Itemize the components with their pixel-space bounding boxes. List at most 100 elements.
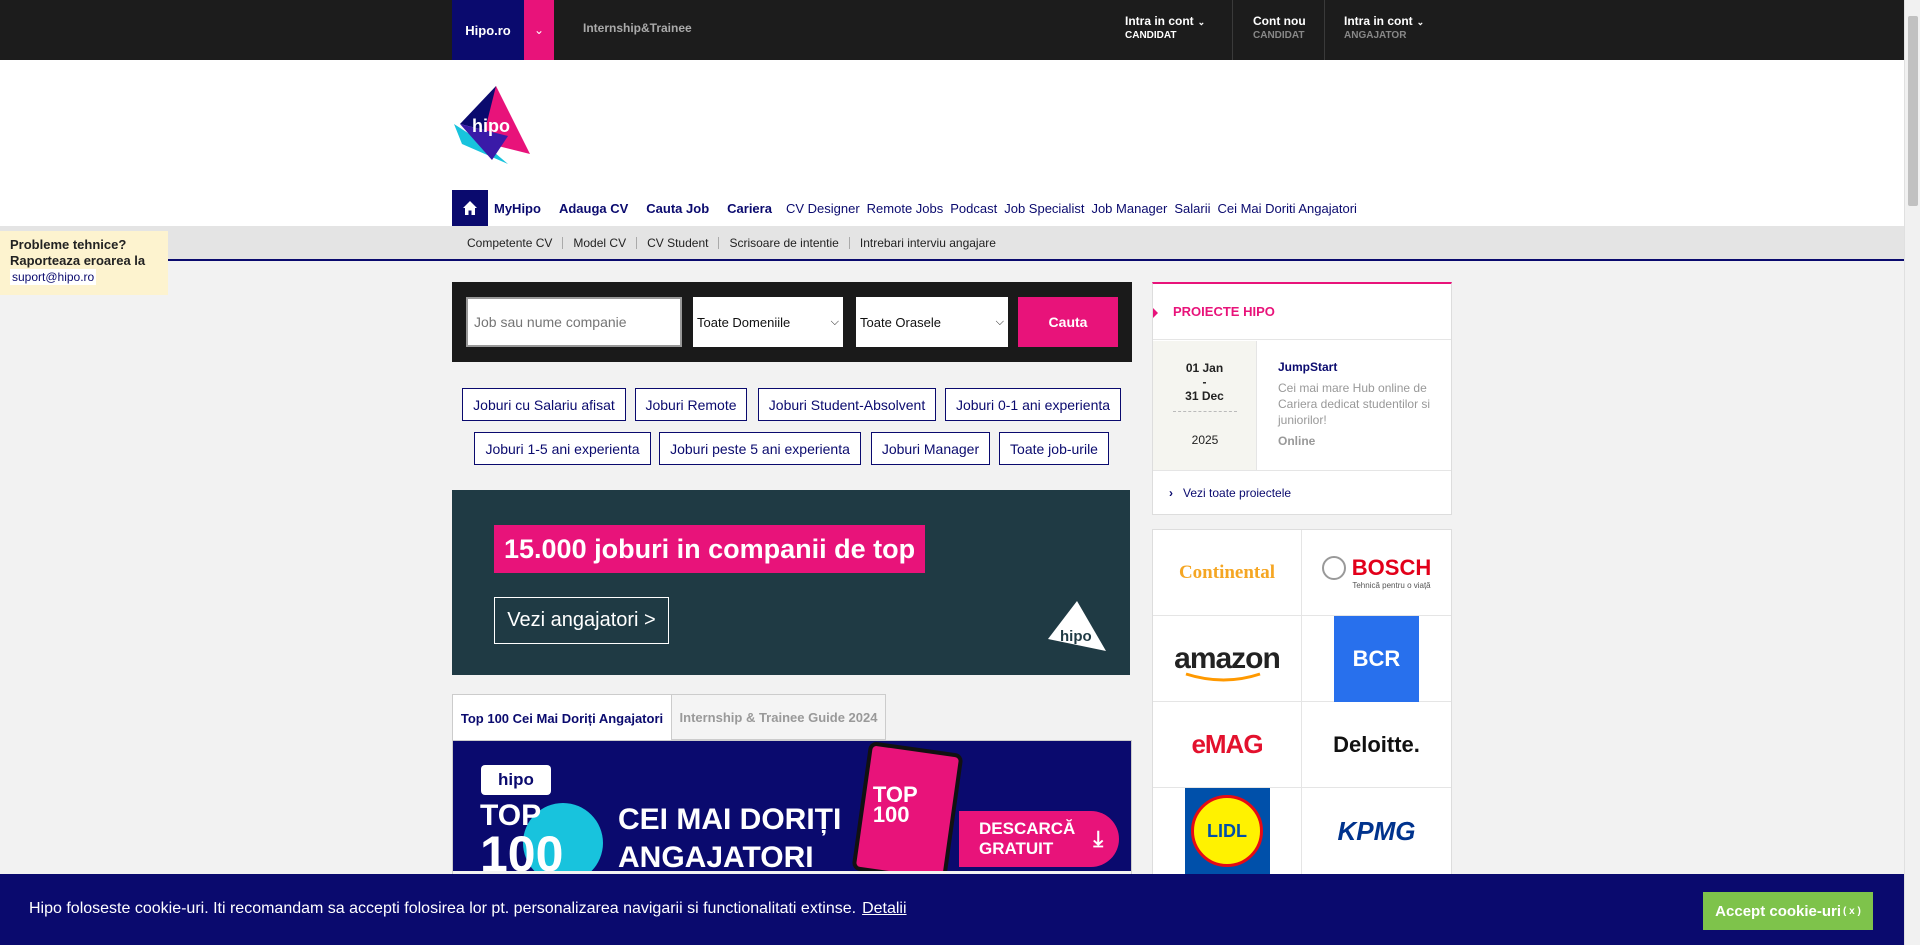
divider — [1173, 411, 1237, 412]
top-bar: Hipo.ro ⌄ Internship&Trainee Intra in co… — [0, 0, 1920, 60]
projects-widget: PROIECTE HIPO 01 Jan - 31 Dec 2025 JumpS… — [1152, 282, 1452, 515]
amazon-wordmark: amazon — [1174, 641, 1281, 675]
download-label-1: DESCARCĂ — [979, 819, 1076, 838]
nav-cauta-job[interactable]: Cauta Job — [646, 201, 709, 216]
support-email-link[interactable]: suport@hipo.ro — [10, 269, 97, 285]
nav-cei-mai-doriti[interactable]: Cei Mai Doriti Angajatori — [1217, 201, 1356, 216]
support-line1: Probleme tehnice? — [10, 237, 127, 252]
nav-adauga-cv[interactable]: Adauga CV — [559, 201, 628, 216]
company-logo-emag[interactable]: eMAG — [1153, 702, 1302, 788]
page-scrollbar[interactable] — [1904, 0, 1920, 945]
job-search-box: Toate Domeniile ⌵ Toate Orasele ⌵ Cauta — [452, 282, 1132, 362]
company-logos: Continental BOSCH Tehnică pentru o viață… — [1152, 529, 1452, 879]
company-logo-kpmg[interactable]: KPMG — [1302, 788, 1451, 874]
subnav-intrebari-interviu[interactable]: Intrebari interviu angajare — [848, 236, 1006, 249]
login-candidate-label: Intra in cont — [1125, 14, 1194, 28]
city-select[interactable]: Toate Orasele ⌵ — [856, 297, 1008, 347]
city-select-value: Toate Orasele — [860, 314, 941, 330]
home-icon — [463, 201, 477, 215]
project-year: 2025 — [1191, 433, 1219, 447]
project-info[interactable]: JumpStart Cei mai mare Hub online de Car… — [1278, 360, 1443, 448]
nav-myhipo[interactable]: MyHipo — [494, 201, 541, 216]
sub-nav: Competente CV Model CV CV Student Scriso… — [0, 226, 1904, 261]
tab-internship-guide[interactable]: Internship & Trainee Guide 2024 — [672, 694, 886, 740]
new-account-link[interactable]: Cont nou CANDIDAT — [1253, 14, 1306, 46]
employers-banner[interactable]: 15.000 joburi in companii de top Vezi an… — [452, 490, 1130, 675]
cookie-details-link[interactable]: Detalii — [862, 900, 906, 917]
tag-salariu-afisat[interactable]: Joburi cu Salariu afisat — [462, 388, 626, 421]
company-logo-bosch[interactable]: BOSCH Tehnică pentru o viață — [1302, 530, 1451, 616]
cookie-banner: Hipo foloseste cookie-uri. Iti recomanda… — [0, 874, 1904, 945]
logo-text: hipo — [472, 116, 510, 136]
subnav-model-cv[interactable]: Model CV — [562, 236, 636, 249]
company-logo-deloitte[interactable]: Deloitte. — [1302, 702, 1451, 788]
company-logo-continental[interactable]: Continental — [1153, 530, 1302, 616]
projects-title: PROIECTE HIPO — [1173, 304, 1275, 319]
login-candidate-link[interactable]: Intra in cont ⌄ CANDIDAT — [1125, 14, 1205, 46]
nav-remote-jobs[interactable]: Remote Jobs — [867, 201, 944, 216]
see-all-projects-link[interactable]: › Vezi toate proiectele — [1153, 470, 1451, 515]
subnav-cv-student[interactable]: CV Student — [636, 236, 718, 249]
divider — [1232, 0, 1233, 60]
top100-hipo-logo: hipo — [481, 765, 551, 795]
tag-toate-joburile[interactable]: Toate job-urile — [999, 432, 1109, 465]
chevron-down-icon: ⌄ — [1416, 17, 1425, 27]
scrollbar-thumb[interactable] — [1908, 16, 1918, 206]
nav-cv-designer[interactable]: CV Designer — [786, 201, 860, 216]
tag-student-absolvent[interactable]: Joburi Student-Absolvent — [758, 388, 936, 421]
bosch-icon — [1321, 556, 1346, 580]
banner-see-employers-button[interactable]: Vezi angajatori > — [494, 597, 669, 644]
tag-remote[interactable]: Joburi Remote — [635, 388, 747, 421]
download-icon: ⤓ — [1093, 826, 1104, 851]
project-name[interactable]: JumpStart — [1278, 360, 1443, 374]
top100-number: 100 — [480, 826, 564, 871]
nav-cariera[interactable]: Cariera — [727, 201, 772, 216]
new-account-label: Cont nou — [1253, 14, 1306, 28]
company-logo-bcr[interactable]: BCR — [1302, 615, 1451, 702]
nav-salarii[interactable]: Salarii — [1174, 201, 1210, 216]
project-date-start: 01 Jan — [1185, 361, 1224, 375]
top100-promo[interactable]: hipo TOP 100 CEI MAI DORIȚI ANGAJATORI T… — [453, 741, 1131, 871]
nav-job-specialist[interactable]: Job Specialist — [1004, 201, 1084, 216]
search-button[interactable]: Cauta — [1018, 297, 1118, 347]
top100-title-line2: ANGAJATORI — [618, 841, 814, 871]
tab-top-100[interactable]: Top 100 Cei Mai Doriți Angajatori — [452, 694, 672, 741]
subnav-scrisoare[interactable]: Scrisoare de intentie — [718, 236, 848, 249]
kpmg-wordmark: KPMG — [1337, 815, 1416, 846]
new-account-sub: CANDIDAT — [1253, 30, 1305, 41]
main-nav: MyHipo Adauga CV Cauta Job Cariera CV De… — [452, 190, 1364, 226]
nav-job-manager[interactable]: Job Manager — [1091, 201, 1167, 216]
site-switch-dropdown[interactable]: ⌄ — [524, 0, 554, 60]
login-employer-label: Intra in cont — [1344, 14, 1413, 28]
domain-select[interactable]: Toate Domeniile ⌵ — [693, 297, 843, 347]
job-search-input[interactable] — [466, 297, 682, 347]
chevron-down-icon: ⌵ — [830, 315, 839, 328]
support-line2: Raporteaza eroarea la — [10, 253, 146, 268]
lidl-wordmark: LIDL — [1207, 820, 1247, 841]
company-logo-lidl[interactable]: LIDL — [1153, 788, 1302, 874]
download-free-button[interactable]: DESCARCĂ GRATUIT ⤓ — [959, 811, 1119, 867]
top100-title-line1: CEI MAI DORIȚI — [618, 803, 842, 836]
bosch-tagline: Tehnică pentru o viață — [1352, 581, 1431, 590]
amazon-smile-icon — [1185, 672, 1261, 681]
tag-1-5-ani[interactable]: Joburi 1-5 ani experienta — [474, 432, 651, 465]
chevron-down-icon: ⌄ — [533, 23, 545, 37]
subnav-competente-cv[interactable]: Competente CV — [467, 237, 562, 249]
chevron-right-icon: › — [1169, 486, 1173, 500]
top100-title: CEI MAI DORIȚI ANGAJATORI — [618, 801, 841, 871]
see-all-projects-label: Vezi toate proiectele — [1183, 486, 1292, 500]
tag-0-1-ani[interactable]: Joburi 0-1 ani experienta — [945, 388, 1121, 421]
login-employer-link[interactable]: Intra in cont ⌄ ANGAJATOR — [1344, 14, 1424, 46]
project-description: Cei mai mare Hub online de Cariera dedic… — [1278, 381, 1431, 427]
company-logo-amazon[interactable]: amazon — [1153, 616, 1302, 702]
tag-manager[interactable]: Joburi Manager — [871, 432, 990, 465]
home-button[interactable] — [452, 190, 488, 226]
internship-trainee-link[interactable]: Internship&Trainee — [583, 21, 692, 35]
hipo-logo[interactable]: hipo — [452, 84, 532, 164]
banner-logo-text: hipo — [1060, 628, 1092, 645]
nav-podcast[interactable]: Podcast — [950, 201, 997, 216]
cookie-message: Hipo foloseste cookie-uri. Iti recomanda… — [29, 900, 857, 917]
hipo-brand-link[interactable]: Hipo.ro — [452, 0, 524, 60]
tag-peste-5-ani[interactable]: Joburi peste 5 ani experienta — [659, 432, 861, 465]
accept-cookies-button[interactable]: Accept cookie-uri( x ) — [1703, 892, 1873, 930]
